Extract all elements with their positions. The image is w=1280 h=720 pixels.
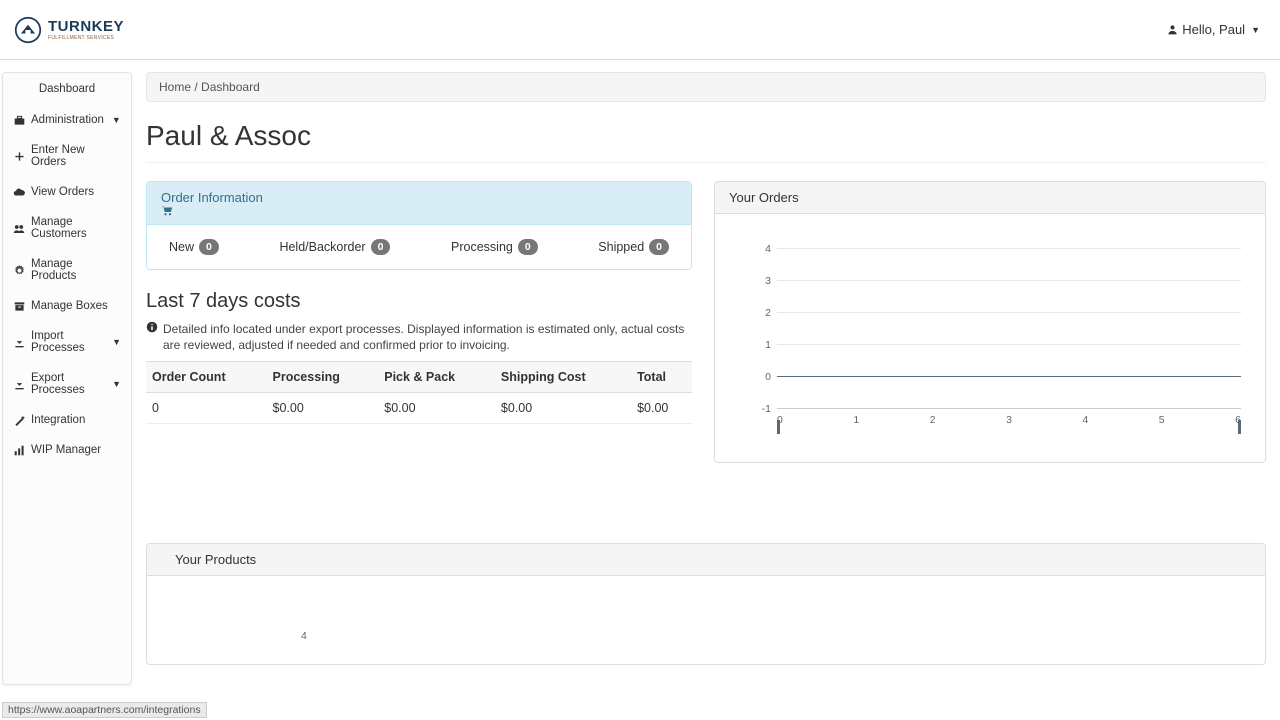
stat-shipped: Shipped0 [598,239,669,255]
panel-heading: Your Orders [715,182,1265,214]
topbar: TURNKEY FULFILLMENT SERVICES Hello, Paul… [0,0,1280,60]
your-products-panel: Your Products 4 [146,543,1266,665]
brand-name: TURNKEY [48,19,124,34]
col-shipping: Shipping Cost [495,362,631,393]
col-total: Total [631,362,692,393]
sidebar-item-label: Manage Boxes [31,300,108,312]
products-chart: 4 [161,590,1251,650]
order-information-panel: Order Information New0 Held/Backorder0 P… [146,181,692,270]
breadcrumb: Home / Dashboard [146,72,1266,102]
sidebar-item-label: Enter New Orders [31,144,121,168]
costs-note: Detailed info located under export proce… [146,321,692,353]
sidebar-item-administration[interactable]: Administration ▼ [3,105,131,135]
orders-chart: 4 3 2 1 0 -1 0 [729,228,1251,448]
logo-icon [14,16,42,44]
sidebar-item-integration[interactable]: Integration [3,405,131,435]
user-menu[interactable]: Hello, Paul ▼ [1167,22,1260,37]
stat-held: Held/Backorder0 [279,239,390,255]
stat-new: New0 [169,239,219,255]
panel-heading: Your Products [147,544,1265,576]
sidebar-item-wip-manager[interactable]: WIP Manager [3,435,131,465]
breadcrumb-home[interactable]: Home [159,80,191,94]
chart-icon [13,444,25,456]
gear-icon [13,264,25,276]
sidebar-item-enter-orders[interactable]: Enter New Orders [3,135,131,177]
archive-icon [13,300,25,312]
wand-icon [13,414,25,426]
main-content: Home / Dashboard Paul & Assoc Order Info… [132,60,1280,685]
sidebar-item-label: Import Processes [31,330,104,354]
col-pick-pack: Pick & Pack [378,362,495,393]
sidebar: Dashboard Administration ▼ Enter New Ord… [2,72,132,685]
sidebar-item-view-orders[interactable]: View Orders [3,177,131,207]
stat-processing: Processing0 [451,239,538,255]
sidebar-item-label: WIP Manager [31,444,101,456]
sidebar-item-manage-products[interactable]: Manage Products [3,249,131,291]
sidebar-item-export-processes[interactable]: Export Processes ▼ [3,363,131,405]
col-order-count: Order Count [146,362,267,393]
table-row: 0 $0.00 $0.00 $0.00 $0.00 [146,393,692,424]
download-icon [13,336,25,348]
page-title: Paul & Assoc [146,120,1266,163]
caret-down-icon: ▼ [1251,25,1260,35]
users-icon [13,222,25,234]
sidebar-item-label: View Orders [31,186,94,198]
sidebar-item-label: Dashboard [39,83,95,95]
brand-subtitle: FULFILLMENT SERVICES [48,36,124,41]
brand-logo[interactable]: TURNKEY FULFILLMENT SERVICES [14,16,124,44]
breadcrumb-current: Dashboard [201,80,260,94]
caret-down-icon: ▼ [112,379,121,389]
sidebar-item-manage-boxes[interactable]: Manage Boxes [3,291,131,321]
data-line [777,376,1241,377]
costs-heading: Last 7 days costs [146,290,692,313]
info-icon [146,321,158,333]
sidebar-item-label: Administration [31,114,104,126]
sidebar-item-label: Manage Customers [31,216,121,240]
caret-down-icon: ▼ [112,115,121,125]
status-bar-url: https://www.aoapartners.com/integrations [2,702,207,718]
plus-icon [13,150,25,162]
costs-table: Order Count Processing Pick & Pack Shipp… [146,361,692,424]
cart-icon [161,205,677,216]
sidebar-item-dashboard[interactable]: Dashboard [3,73,131,105]
sidebar-item-label: Integration [31,414,85,426]
sidebar-item-import-processes[interactable]: Import Processes ▼ [3,321,131,363]
briefcase-icon [13,114,25,126]
cloud-icon [13,186,25,198]
sidebar-item-manage-customers[interactable]: Manage Customers [3,207,131,249]
sidebar-item-label: Export Processes [31,372,104,396]
col-processing: Processing [267,362,379,393]
download-icon [13,378,25,390]
your-orders-panel: Your Orders 4 3 2 1 0 -1 [714,181,1266,463]
caret-down-icon: ▼ [112,337,121,347]
panel-heading: Order Information [147,182,691,225]
user-greeting: Hello, Paul [1182,22,1245,37]
sidebar-item-label: Manage Products [31,258,121,282]
user-icon [1167,24,1178,35]
